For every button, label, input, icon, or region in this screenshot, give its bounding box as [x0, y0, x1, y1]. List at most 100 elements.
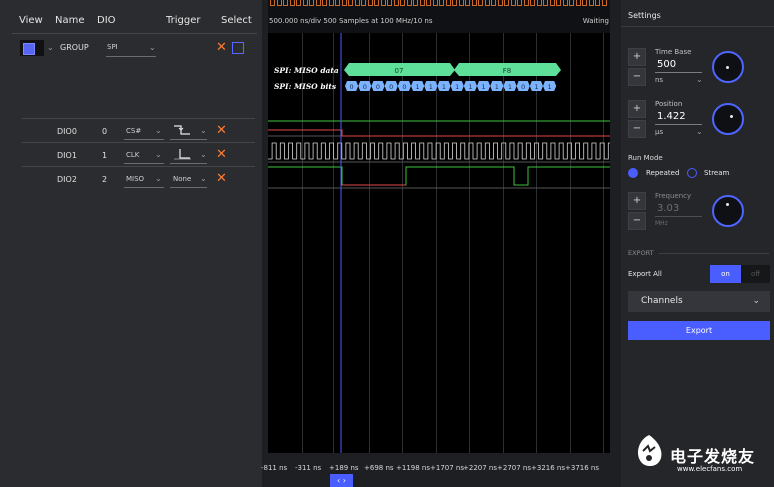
- position-unit[interactable]: µs: [655, 128, 663, 136]
- sample-tick: [413, 0, 418, 6]
- position-decrease-button[interactable]: −: [628, 120, 646, 138]
- sample-tick: [497, 0, 503, 6]
- header-trigger: Trigger: [166, 15, 201, 26]
- group-name: GROUP: [60, 43, 89, 52]
- sample-tick: [484, 0, 490, 6]
- time-base-knob[interactable]: [712, 51, 744, 83]
- chevron-down-icon: ⌄: [696, 127, 703, 136]
- waveform-traces: SPI: MISO data SPI: MISO bits 07 F8 0000…: [268, 33, 610, 453]
- run-mode-label: Run Mode: [628, 154, 663, 162]
- time-base-value[interactable]: 500: [657, 59, 676, 70]
- falling-edge-trigger-icon[interactable]: [172, 124, 192, 136]
- remove-channel-dio0-button[interactable]: ✕: [216, 124, 227, 137]
- bit-value: 1: [442, 83, 446, 91]
- watermark-title: 电子发烧友: [670, 447, 756, 466]
- clk-trace: [268, 142, 610, 160]
- row-divider: [22, 166, 255, 167]
- sample-tick: [549, 0, 555, 6]
- rows-divider-top: [22, 118, 255, 119]
- sample-tick: [341, 0, 347, 6]
- bit-value: 0: [402, 83, 406, 91]
- sample-tick: [335, 0, 340, 6]
- chevron-down-icon: ⌄: [200, 174, 207, 183]
- sample-tick: [302, 0, 308, 6]
- signal-select-dio0[interactable]: CS#: [126, 127, 141, 135]
- run-mode-stream-radio[interactable]: [687, 168, 697, 178]
- settings-divider: [621, 26, 774, 27]
- export-button[interactable]: Export: [628, 321, 770, 340]
- time-axis-label: +3716 ns: [565, 464, 599, 472]
- remove-channel-dio2-button[interactable]: ✕: [216, 172, 227, 185]
- time-axis-label: +1198 ns: [396, 464, 430, 472]
- chevron-down-icon: ⌄: [155, 150, 162, 159]
- sample-tick: [452, 0, 457, 6]
- frequency-increase-button[interactable]: +: [628, 192, 646, 210]
- byte-value: 07: [395, 67, 404, 75]
- sample-tick: [406, 0, 412, 6]
- signal-underline: [124, 163, 164, 164]
- sample-tick: [595, 0, 600, 6]
- sample-tick: [276, 0, 282, 6]
- run-mode-repeated-label: Repeated: [646, 169, 680, 177]
- time-axis-label: +189 ns: [329, 464, 359, 472]
- chevron-down-icon[interactable]: ⌄: [47, 43, 54, 52]
- time-base-unit[interactable]: ns: [655, 76, 663, 84]
- sample-tick: [400, 0, 405, 6]
- sample-tick: [354, 0, 360, 6]
- group-protocol-select[interactable]: SPI: [107, 43, 118, 51]
- time-base-label: Time Base: [655, 48, 692, 56]
- sample-tick: [478, 0, 483, 6]
- sample-tick: [283, 0, 288, 6]
- run-mode-repeated-radio[interactable]: [628, 168, 638, 178]
- rising-edge-trigger-icon[interactable]: [172, 148, 192, 160]
- elecfans-logo-icon: [637, 435, 662, 466]
- channel-name-dio0: DIO0: [57, 127, 77, 136]
- frequency-label: Frequency: [655, 192, 692, 200]
- frequency-decrease-button[interactable]: −: [628, 212, 646, 230]
- chevron-down-icon: ⌄: [149, 43, 156, 52]
- channel-name-dio1: DIO1: [57, 151, 77, 160]
- sample-tick: [296, 0, 301, 6]
- label-miso-data: SPI: MISO data: [274, 66, 339, 75]
- time-base-increase-button[interactable]: +: [628, 48, 646, 66]
- sample-tick: [575, 0, 581, 6]
- sample-tick: [465, 0, 470, 6]
- sample-tick: [315, 0, 321, 6]
- frequency-knob[interactable]: [712, 195, 744, 227]
- trigger-select-dio2[interactable]: None: [173, 175, 191, 183]
- sample-tick: [543, 0, 548, 6]
- remove-group-button[interactable]: ✕: [216, 41, 227, 54]
- export-all-on-toggle[interactable]: on: [710, 265, 741, 283]
- sample-tick: [309, 0, 314, 6]
- sample-tick: [530, 0, 535, 6]
- export-divider: [659, 253, 769, 254]
- sample-tick: [458, 0, 464, 6]
- signal-select-dio1[interactable]: CLK: [126, 151, 139, 159]
- position-knob[interactable]: [712, 103, 744, 135]
- position-increase-button[interactable]: +: [628, 100, 646, 118]
- export-all-off-toggle[interactable]: off: [741, 265, 770, 283]
- miso-trace: [268, 166, 610, 186]
- trigger-underline: [170, 187, 207, 188]
- position-underline: [655, 124, 702, 125]
- sample-tick: [510, 0, 516, 6]
- group-color-swatch: [23, 43, 35, 55]
- remove-channel-dio1-button[interactable]: ✕: [216, 148, 227, 161]
- time-axis-label: -311 ns: [295, 464, 322, 472]
- label-miso-bits: SPI: MISO bits: [274, 82, 337, 91]
- signal-underline: [124, 139, 164, 140]
- time-base-decrease-button[interactable]: −: [628, 68, 646, 86]
- chevron-down-icon: ⌄: [155, 174, 162, 183]
- sample-tick: [367, 0, 373, 6]
- signal-select-dio2[interactable]: MISO: [126, 175, 144, 183]
- position-value[interactable]: 1.422: [657, 111, 686, 122]
- sample-tick: [380, 0, 386, 6]
- sample-tick: [601, 0, 607, 6]
- sample-tick: [588, 0, 594, 6]
- group-select-checkbox[interactable]: [232, 42, 244, 54]
- sample-tick: [374, 0, 379, 6]
- cursor-nav-button[interactable]: ‹ ›: [330, 474, 353, 487]
- channels-dropdown[interactable]: Channels ⌄: [628, 291, 770, 312]
- channel-name-dio2: DIO2: [57, 175, 77, 184]
- chevron-down-icon: ⌄: [200, 126, 207, 135]
